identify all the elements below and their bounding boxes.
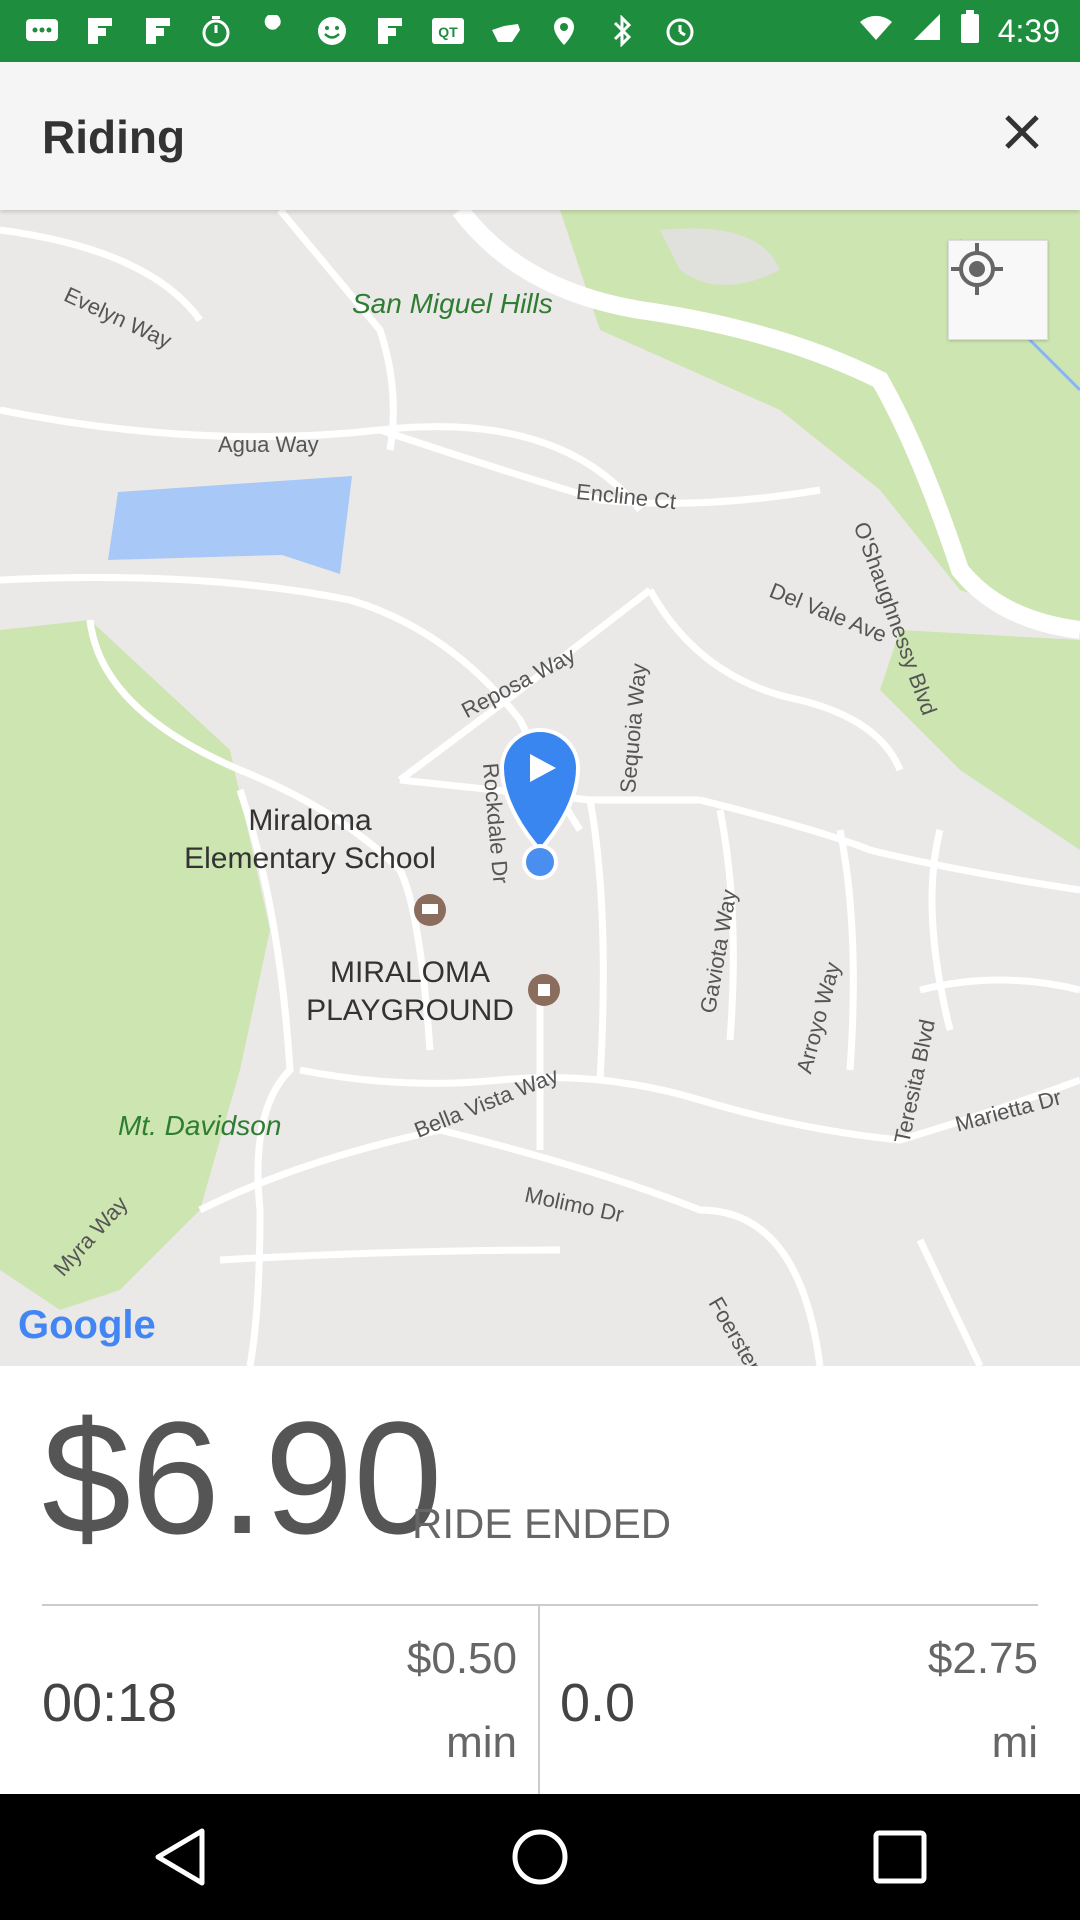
- my-location-button[interactable]: [948, 240, 1048, 340]
- back-button[interactable]: [120, 1797, 240, 1917]
- time-stat: 00:18 $0.50 min: [42, 1606, 517, 1794]
- home-button[interactable]: [480, 1797, 600, 1917]
- map-view[interactable]: San Miguel Hills Evelyn Way Agua Way Enc…: [0, 210, 1080, 1366]
- stats-divider: [538, 1606, 540, 1794]
- status-bar: QT 4:39: [0, 0, 1080, 62]
- distance-value: 0.0: [560, 1673, 636, 1733]
- playground-line2: PLAYGROUND: [306, 994, 514, 1027]
- flipboard-icon: [372, 13, 408, 49]
- smiley-icon: [314, 13, 350, 49]
- playground-line1: MIRALOMA: [329, 956, 491, 989]
- page-title: Riding: [42, 111, 186, 163]
- recents-button[interactable]: [840, 1797, 960, 1917]
- messages-icon: [24, 13, 60, 49]
- google-logo: Google: [18, 1303, 156, 1347]
- status-right: 4:39: [858, 0, 1060, 62]
- time-rate: $0.50: [406, 1634, 517, 1683]
- alarm-icon: [662, 13, 698, 49]
- ride-status: RIDE ENDED: [412, 1500, 672, 1547]
- map-label-playground: MIRALOMA PLAYGROUND: [300, 954, 520, 1030]
- map-label-san-miguel: San Miguel Hills: [352, 288, 553, 319]
- time-unit: min: [446, 1718, 517, 1767]
- svg-text:QT: QT: [438, 24, 458, 40]
- back-icon: [155, 1828, 205, 1886]
- school-line1: Miraloma: [248, 804, 372, 837]
- distance-rate: $2.75: [927, 1634, 1038, 1683]
- location-pin-icon: [546, 13, 582, 49]
- timer-icon: [198, 13, 234, 49]
- qr-icon: QT: [430, 13, 466, 49]
- bluetooth-icon: [604, 13, 640, 49]
- recents-icon: [873, 1830, 927, 1884]
- header-bar: Riding: [0, 62, 1080, 210]
- map-label-mt-davidson: Mt. Davidson: [118, 1110, 282, 1141]
- map-label-agua: Agua Way: [218, 432, 319, 457]
- distance-unit: mi: [991, 1718, 1038, 1767]
- notification-icons: QT: [24, 0, 698, 62]
- school-line2: Elementary School: [184, 842, 436, 875]
- wifi-icon: [858, 13, 894, 50]
- flipboard-icon: [140, 13, 176, 49]
- nav-bar: [0, 1794, 1080, 1920]
- wrench-icon: [256, 13, 292, 49]
- signal-icon: [912, 12, 942, 50]
- time-value: 00:18: [42, 1673, 178, 1733]
- close-button[interactable]: [992, 102, 1052, 162]
- my-location-icon: [951, 243, 1003, 295]
- status-time: 4:39: [997, 12, 1060, 49]
- flipboard-icon: [82, 13, 118, 49]
- hand-icon: [488, 13, 524, 49]
- ride-fare: $6.90: [42, 1388, 443, 1567]
- distance-stat: 0.0 $2.75 mi: [560, 1606, 1038, 1794]
- map-label-school: Miraloma Elementary School: [170, 802, 450, 878]
- battery-icon: [960, 10, 980, 52]
- ride-stats: 00:18 $0.50 min 0.0 $2.75 mi: [0, 1606, 1080, 1794]
- close-icon: [1005, 115, 1039, 149]
- home-icon: [512, 1829, 568, 1885]
